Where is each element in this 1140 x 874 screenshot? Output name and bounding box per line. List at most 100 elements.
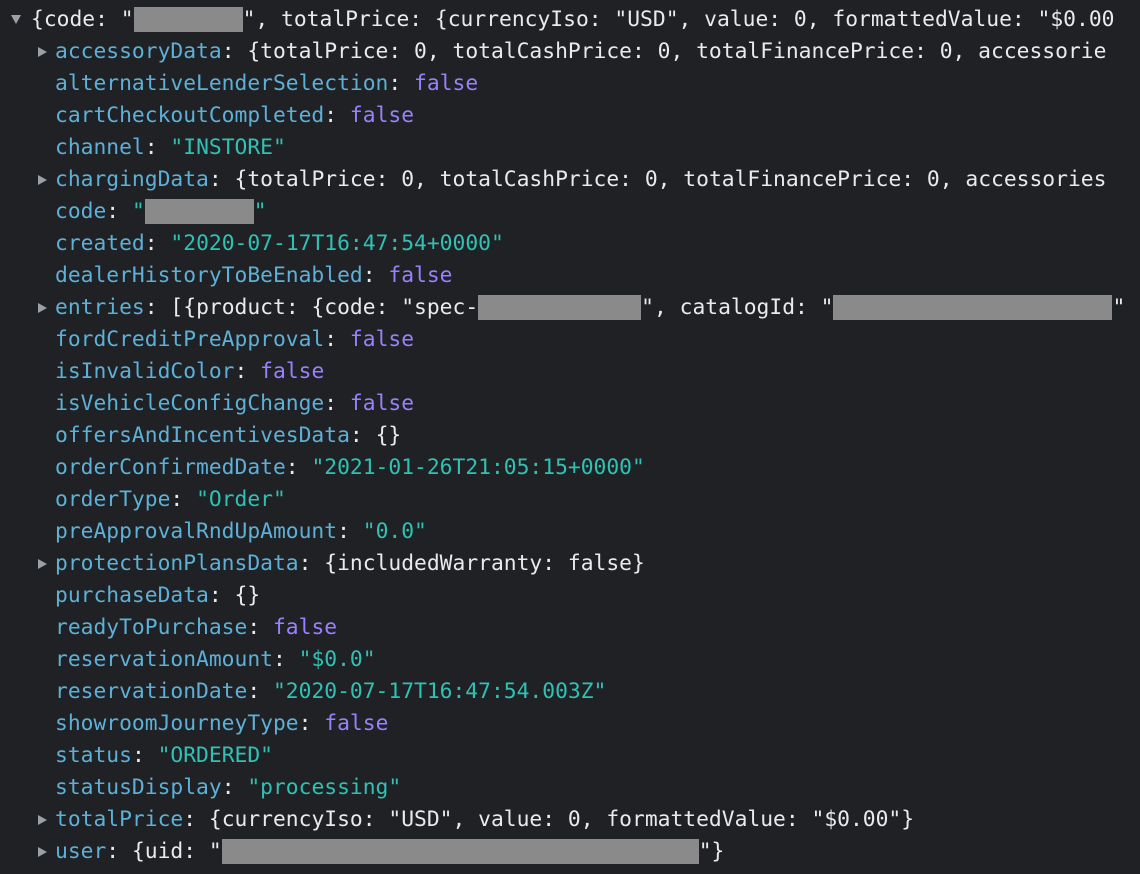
property-key: statusDisplay: [55, 775, 222, 800]
key-separator: :: [234, 359, 261, 384]
property-value: "0.0": [362, 519, 427, 544]
key-separator: :: [388, 71, 415, 96]
devtools-console-object-tree: {code: " ", totalPrice: {currencyIso: "US…: [0, 0, 1140, 874]
property-key: readyToPurchase: [55, 615, 248, 640]
property-row-purchase-data: purchaseData: {}: [0, 580, 1140, 612]
disclosure-triangle-right-icon[interactable]: [38, 175, 47, 185]
key-separator: :: [144, 231, 171, 256]
property-value: "ORDERED": [157, 743, 273, 768]
property-key: status: [55, 743, 132, 768]
property-preview-start: [{product: {code: "spec-: [170, 295, 479, 320]
property-key: orderConfirmedDate: [55, 455, 286, 480]
property-key: dealerHistoryToBeEnabled: [55, 263, 363, 288]
disclosure-triangle-right-icon[interactable]: [38, 303, 47, 313]
key-separator: :: [349, 423, 376, 448]
object-root-row[interactable]: {code: " ", totalPrice: {currencyIso: "US…: [0, 4, 1140, 36]
property-value: "2020-07-17T16:47:54.003Z": [272, 679, 607, 704]
property-value-end: ": [253, 199, 267, 224]
disclosure-triangle-right-icon[interactable]: [38, 47, 47, 57]
property-row-order-type: orderType: "Order": [0, 484, 1140, 516]
property-key: code: [55, 199, 107, 224]
property-value: "2020-07-17T16:47:54+0000": [170, 231, 504, 256]
property-preview-start: {uid: ": [131, 839, 222, 864]
property-row-is-vehicle-config-change: isVehicleConfigChange: false: [0, 388, 1140, 420]
key-separator: :: [324, 391, 350, 416]
property-key: isInvalidColor: [55, 359, 235, 384]
key-separator: :: [247, 615, 273, 640]
property-value: false: [349, 327, 415, 352]
key-separator: :: [144, 295, 171, 320]
property-key: reservationAmount: [55, 647, 273, 672]
redacted-block: [133, 7, 243, 32]
property-row-ready-to-purchase: readyToPurchase: false: [0, 612, 1140, 644]
redacted-block: [478, 295, 642, 320]
property-key: entries: [55, 295, 145, 320]
property-key: alternativeLenderSelection: [55, 71, 389, 96]
disclosure-triangle-right-icon[interactable]: [38, 847, 47, 857]
property-row-offers-and-incentives-data: offersAndIncentivesData: {}: [0, 420, 1140, 452]
key-separator: :: [131, 743, 158, 768]
property-row-accessory-data[interactable]: accessoryData: {totalPrice: 0, totalCash…: [0, 36, 1140, 68]
property-row-status-display: statusDisplay: "processing": [0, 772, 1140, 804]
property-row-pre-approval-rnd-up-amount: preApprovalRndUpAmount: "0.0": [0, 516, 1140, 548]
property-key: created: [55, 231, 145, 256]
property-key: channel: [55, 135, 145, 160]
property-value: false: [272, 615, 338, 640]
property-row-showroom-journey-type: showroomJourneyType: false: [0, 708, 1140, 740]
property-row-dealer-history-to-be-enabled: dealerHistoryToBeEnabled: false: [0, 260, 1140, 292]
property-value: "2021-01-26T21:05:15+0000": [311, 455, 645, 480]
key-separator: :: [208, 583, 235, 608]
redacted-block: [221, 839, 699, 864]
key-separator: :: [298, 711, 325, 736]
key-separator: :: [247, 679, 273, 704]
property-value: false: [388, 263, 453, 288]
root-preview-end: ", totalPrice: {currencyIso: "USD", valu…: [242, 7, 1115, 32]
property-value: {}: [375, 423, 402, 448]
property-preview: {totalPrice: 0, totalCashPrice: 0, total…: [234, 167, 1107, 192]
property-key: fordCreditPreApproval: [55, 327, 325, 352]
property-row-total-price[interactable]: totalPrice: {currencyIso: "USD", value: …: [0, 804, 1140, 836]
property-row-order-confirmed-date: orderConfirmedDate: "2021-01-26T21:05:15…: [0, 452, 1140, 484]
property-row-status: status: "ORDERED": [0, 740, 1140, 772]
property-value: "Order": [196, 487, 286, 512]
property-key: accessoryData: [55, 39, 222, 64]
property-row-charging-data[interactable]: chargingData: {totalPrice: 0, totalCashP…: [0, 164, 1140, 196]
property-row-entries[interactable]: entries: [{product: {code: "spec- ", cata…: [0, 292, 1140, 324]
property-value: {}: [234, 583, 261, 608]
property-row-channel: channel: "INSTORE": [0, 132, 1140, 164]
property-preview-end: "}: [698, 839, 725, 864]
property-key: totalPrice: [55, 807, 184, 832]
property-value: false: [349, 391, 415, 416]
property-value-start: ": [131, 199, 145, 224]
property-key: user: [55, 839, 107, 864]
property-key: orderType: [55, 487, 171, 512]
property-key: preApprovalRndUpAmount: [55, 519, 338, 544]
property-value: false: [414, 71, 479, 96]
redacted-block: [833, 295, 1113, 320]
property-row-is-invalid-color: isInvalidColor: false: [0, 356, 1140, 388]
root-preview-start: {code: ": [31, 7, 134, 32]
disclosure-triangle-right-icon[interactable]: [38, 559, 47, 569]
key-separator: :: [208, 167, 235, 192]
key-separator: :: [337, 519, 363, 544]
property-row-reservation-date: reservationDate: "2020-07-17T16:47:54.00…: [0, 676, 1140, 708]
property-preview: {currencyIso: "USD", value: 0, formatted…: [208, 807, 915, 832]
property-preview: {totalPrice: 0, totalCashPrice: 0, total…: [247, 39, 1107, 64]
property-value: false: [324, 711, 389, 736]
property-key: protectionPlansData: [55, 551, 299, 576]
property-row-created: created: "2020-07-17T16:47:54+0000": [0, 228, 1140, 260]
property-row-user[interactable]: user: {uid: " "}: [0, 836, 1140, 868]
key-separator: :: [324, 327, 350, 352]
key-separator: :: [285, 455, 312, 480]
disclosure-triangle-down-icon[interactable]: [11, 15, 21, 24]
property-row-cart-checkout-completed: cartCheckoutCompleted: false: [0, 100, 1140, 132]
key-separator: :: [221, 39, 248, 64]
key-separator: :: [144, 135, 171, 160]
key-separator: :: [183, 807, 209, 832]
disclosure-triangle-right-icon[interactable]: [38, 815, 47, 825]
key-separator: :: [324, 103, 350, 128]
property-row-protection-plans-data[interactable]: protectionPlansData: {includedWarranty: …: [0, 548, 1140, 580]
key-separator: :: [106, 839, 132, 864]
property-row-alternative-lender-selection: alternativeLenderSelection: false: [0, 68, 1140, 100]
property-preview-end: ": [1112, 295, 1126, 320]
